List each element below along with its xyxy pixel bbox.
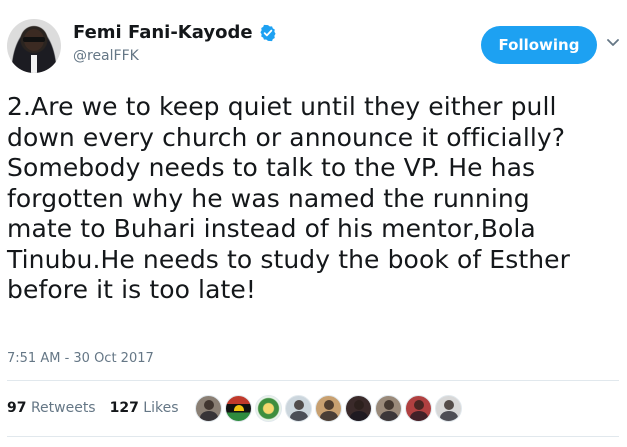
rising-sun-icon	[234, 405, 244, 411]
liker-avatar[interactable]	[435, 395, 462, 422]
following-button[interactable]: Following	[481, 26, 597, 64]
default-avatar[interactable]	[285, 395, 312, 422]
biafra-flag-avatar[interactable]	[225, 395, 252, 422]
author-name[interactable]: Femi Fani-Kayode	[73, 22, 253, 43]
retweets-stat[interactable]: 97 Retweets	[7, 400, 96, 416]
liker-avatar[interactable]	[375, 395, 402, 422]
tweet-text: 2.Are we to keep quiet until they either…	[7, 92, 571, 304]
chevron-down-icon[interactable]	[607, 38, 619, 48]
likes-stat[interactable]: 127 Likes	[110, 400, 179, 416]
author-info[interactable]: Femi Fani-Kayode @realFFK	[73, 22, 277, 64]
badge-avatar[interactable]	[255, 395, 282, 422]
liker-avatar[interactable]	[315, 395, 342, 422]
divider	[7, 436, 619, 437]
verified-badge-icon	[259, 24, 276, 41]
retweets-count: 97	[7, 400, 27, 416]
liker-avatar[interactable]	[195, 395, 222, 422]
tweet-header: Femi Fani-Kayode @realFFK Following	[0, 0, 627, 80]
author-avatar[interactable]	[7, 19, 61, 73]
avatar-shirt	[31, 55, 37, 73]
divider	[7, 380, 619, 381]
tweet-timestamp[interactable]: 7:51 AM - 30 Oct 2017	[7, 351, 154, 366]
liker-avatar[interactable]	[345, 395, 372, 422]
avatar-glasses	[23, 37, 45, 42]
likers-avatars	[195, 395, 462, 422]
author-handle[interactable]: @realFFK	[73, 48, 277, 64]
liker-avatar[interactable]	[405, 395, 432, 422]
likes-label: Likes	[143, 400, 179, 416]
retweets-label: Retweets	[30, 400, 96, 416]
tweet-stats: 97 Retweets 127 Likes	[7, 400, 193, 416]
likes-count: 127	[109, 400, 139, 416]
